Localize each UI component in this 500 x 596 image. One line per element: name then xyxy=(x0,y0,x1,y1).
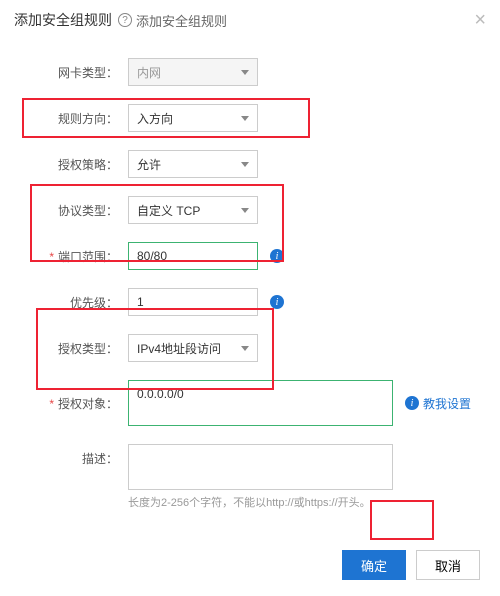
teach-link[interactable]: 教我设置 xyxy=(423,395,471,412)
label-auth-type: 授权类型： xyxy=(20,340,128,357)
select-direction-value: 入方向 xyxy=(137,110,173,127)
row-protocol: 协议类型： 自定义 TCP xyxy=(20,196,480,224)
label-direction: 规则方向： xyxy=(20,110,128,127)
chevron-down-icon xyxy=(241,162,249,167)
label-auth-object: 授权对象： xyxy=(20,395,128,412)
dialog-footer: 确定 取消 xyxy=(0,538,500,596)
dialog-title: 添加安全组规则 xyxy=(14,10,112,30)
dialog-header: 添加安全组规则 ? 添加安全组规则 × xyxy=(0,0,500,38)
label-port-range: 端口范围： xyxy=(20,248,128,265)
label-nic-type: 网卡类型： xyxy=(20,64,128,81)
row-port-range: 端口范围： i xyxy=(20,242,480,270)
input-priority[interactable] xyxy=(128,288,258,316)
add-security-rule-dialog: 添加安全组规则 ? 添加安全组规则 × 网卡类型： 内网 规则方向： 入方向 xyxy=(0,0,500,596)
select-auth-type-value: IPv4地址段访问 xyxy=(137,340,221,357)
label-protocol: 协议类型： xyxy=(20,202,128,219)
close-icon[interactable]: × xyxy=(474,10,486,30)
select-auth-policy[interactable]: 允许 xyxy=(128,150,258,178)
teach-link-wrap: i 教我设置 xyxy=(405,395,471,412)
dialog-subtitle: 添加安全组规则 xyxy=(136,11,227,30)
row-auth-object: 授权对象： i 教我设置 xyxy=(20,380,480,426)
input-priority-wrap xyxy=(128,288,258,316)
help-icon[interactable]: ? xyxy=(118,13,132,27)
row-description: 描述： 长度为2-256个字符，不能以http://或https://开头。 xyxy=(20,444,480,510)
select-protocol[interactable]: 自定义 TCP xyxy=(128,196,258,224)
label-priority: 优先级： xyxy=(20,294,128,311)
select-auth-type[interactable]: IPv4地址段访问 xyxy=(128,334,258,362)
select-direction[interactable]: 入方向 xyxy=(128,104,258,132)
row-auth-type: 授权类型： IPv4地址段访问 xyxy=(20,334,480,362)
label-description: 描述： xyxy=(20,444,128,467)
info-icon: i xyxy=(405,396,419,410)
select-nic-type: 内网 xyxy=(128,58,258,86)
input-port-range[interactable] xyxy=(128,242,258,270)
description-hint: 长度为2-256个字符，不能以http://或https://开头。 xyxy=(128,494,393,510)
info-icon[interactable]: i xyxy=(270,249,284,263)
select-protocol-value: 自定义 TCP xyxy=(137,202,200,219)
select-auth-policy-value: 允许 xyxy=(137,156,161,173)
input-auth-object-wrap xyxy=(128,380,393,426)
row-priority: 优先级： i xyxy=(20,288,480,316)
label-auth-policy: 授权策略： xyxy=(20,156,128,173)
row-auth-policy: 授权策略： 允许 xyxy=(20,150,480,178)
input-description[interactable] xyxy=(128,444,393,490)
info-icon[interactable]: i xyxy=(270,295,284,309)
row-nic-type: 网卡类型： 内网 xyxy=(20,58,480,86)
input-auth-object[interactable] xyxy=(128,380,393,426)
chevron-down-icon xyxy=(241,116,249,121)
chevron-down-icon xyxy=(241,346,249,351)
input-port-range-wrap xyxy=(128,242,258,270)
input-description-wrap: 长度为2-256个字符，不能以http://或https://开头。 xyxy=(128,444,393,510)
chevron-down-icon xyxy=(241,70,249,75)
row-direction: 规则方向： 入方向 xyxy=(20,104,480,132)
chevron-down-icon xyxy=(241,208,249,213)
dialog-body: 网卡类型： 内网 规则方向： 入方向 授权策略： 允许 xyxy=(0,38,500,538)
select-nic-type-value: 内网 xyxy=(137,64,161,81)
